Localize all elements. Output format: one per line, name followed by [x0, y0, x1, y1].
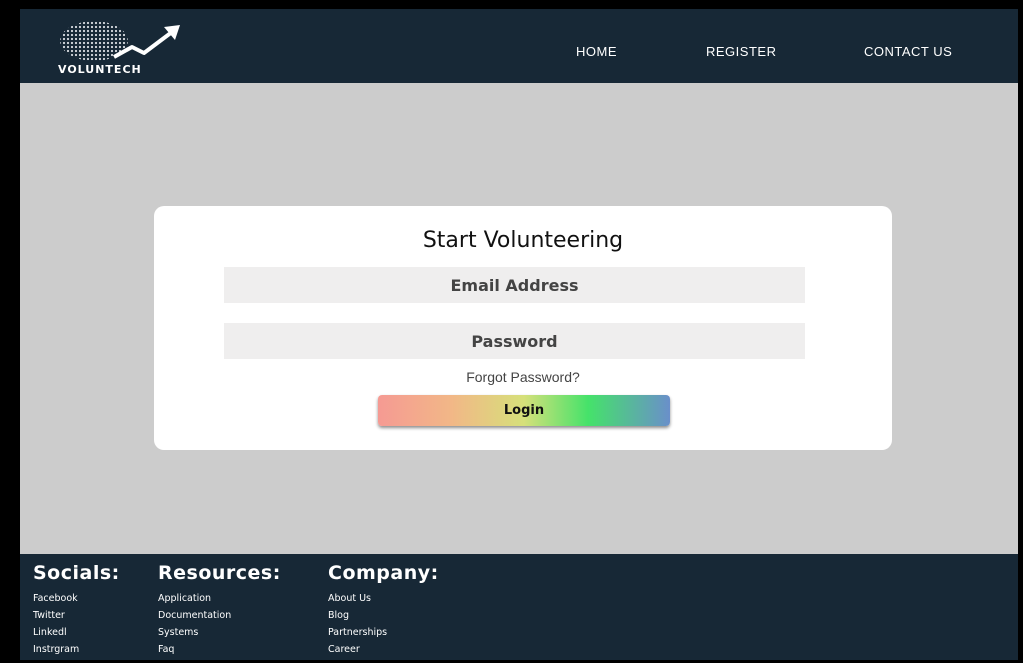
footer-link-faq[interactable]: Faq [158, 641, 281, 658]
footer-link-about-us[interactable]: About Us [328, 590, 439, 607]
footer-link-linkedin[interactable]: Linkedl [33, 624, 120, 641]
footer-link-instagram[interactable]: Instrgram [33, 641, 120, 658]
footer-heading-resources: Resources: [158, 562, 281, 584]
footer-socials-column: Socials: Facebook Twitter Linkedl Instrg… [33, 562, 120, 658]
login-card: Start Volunteering Forgot Password? Logi… [154, 206, 892, 450]
card-title: Start Volunteering [422, 228, 624, 253]
forgot-password-link[interactable]: Forgot Password? [154, 369, 892, 385]
footer-link-partnerships[interactable]: Partnerships [328, 624, 439, 641]
footer-link-twitter[interactable]: Twitter [33, 607, 120, 624]
footer-link-facebook[interactable]: Facebook [33, 590, 120, 607]
nav-register[interactable]: REGISTER [706, 44, 776, 59]
footer-resources-column: Resources: Application Documentation Sys… [158, 562, 281, 658]
nav-contact-us[interactable]: CONTACT US [864, 44, 952, 59]
logo-wordmark: VOLUNTECH [58, 63, 142, 76]
footer-heading-socials: Socials: [33, 562, 120, 584]
footer-heading-company: Company: [328, 562, 439, 584]
footer-company-column: Company: About Us Blog Partnerships Care… [328, 562, 439, 658]
footer-link-systems[interactable]: Systems [158, 624, 281, 641]
footer-link-documentation[interactable]: Documentation [158, 607, 281, 624]
footer: Socials: Facebook Twitter Linkedl Instrg… [20, 554, 1018, 660]
footer-link-application[interactable]: Application [158, 590, 281, 607]
login-button[interactable]: Login [378, 395, 670, 426]
top-navbar: VOLUNTECH HOME REGISTER CONTACT US [20, 9, 1018, 83]
footer-link-career[interactable]: Career [328, 641, 439, 658]
voluntech-logo[interactable]: VOLUNTECH [54, 17, 214, 77]
email-field[interactable] [224, 267, 805, 303]
page-frame: VOLUNTECH HOME REGISTER CONTACT US Start… [20, 9, 1018, 660]
nav-home[interactable]: HOME [576, 44, 617, 59]
password-field[interactable] [224, 323, 805, 359]
footer-link-blog[interactable]: Blog [328, 607, 439, 624]
